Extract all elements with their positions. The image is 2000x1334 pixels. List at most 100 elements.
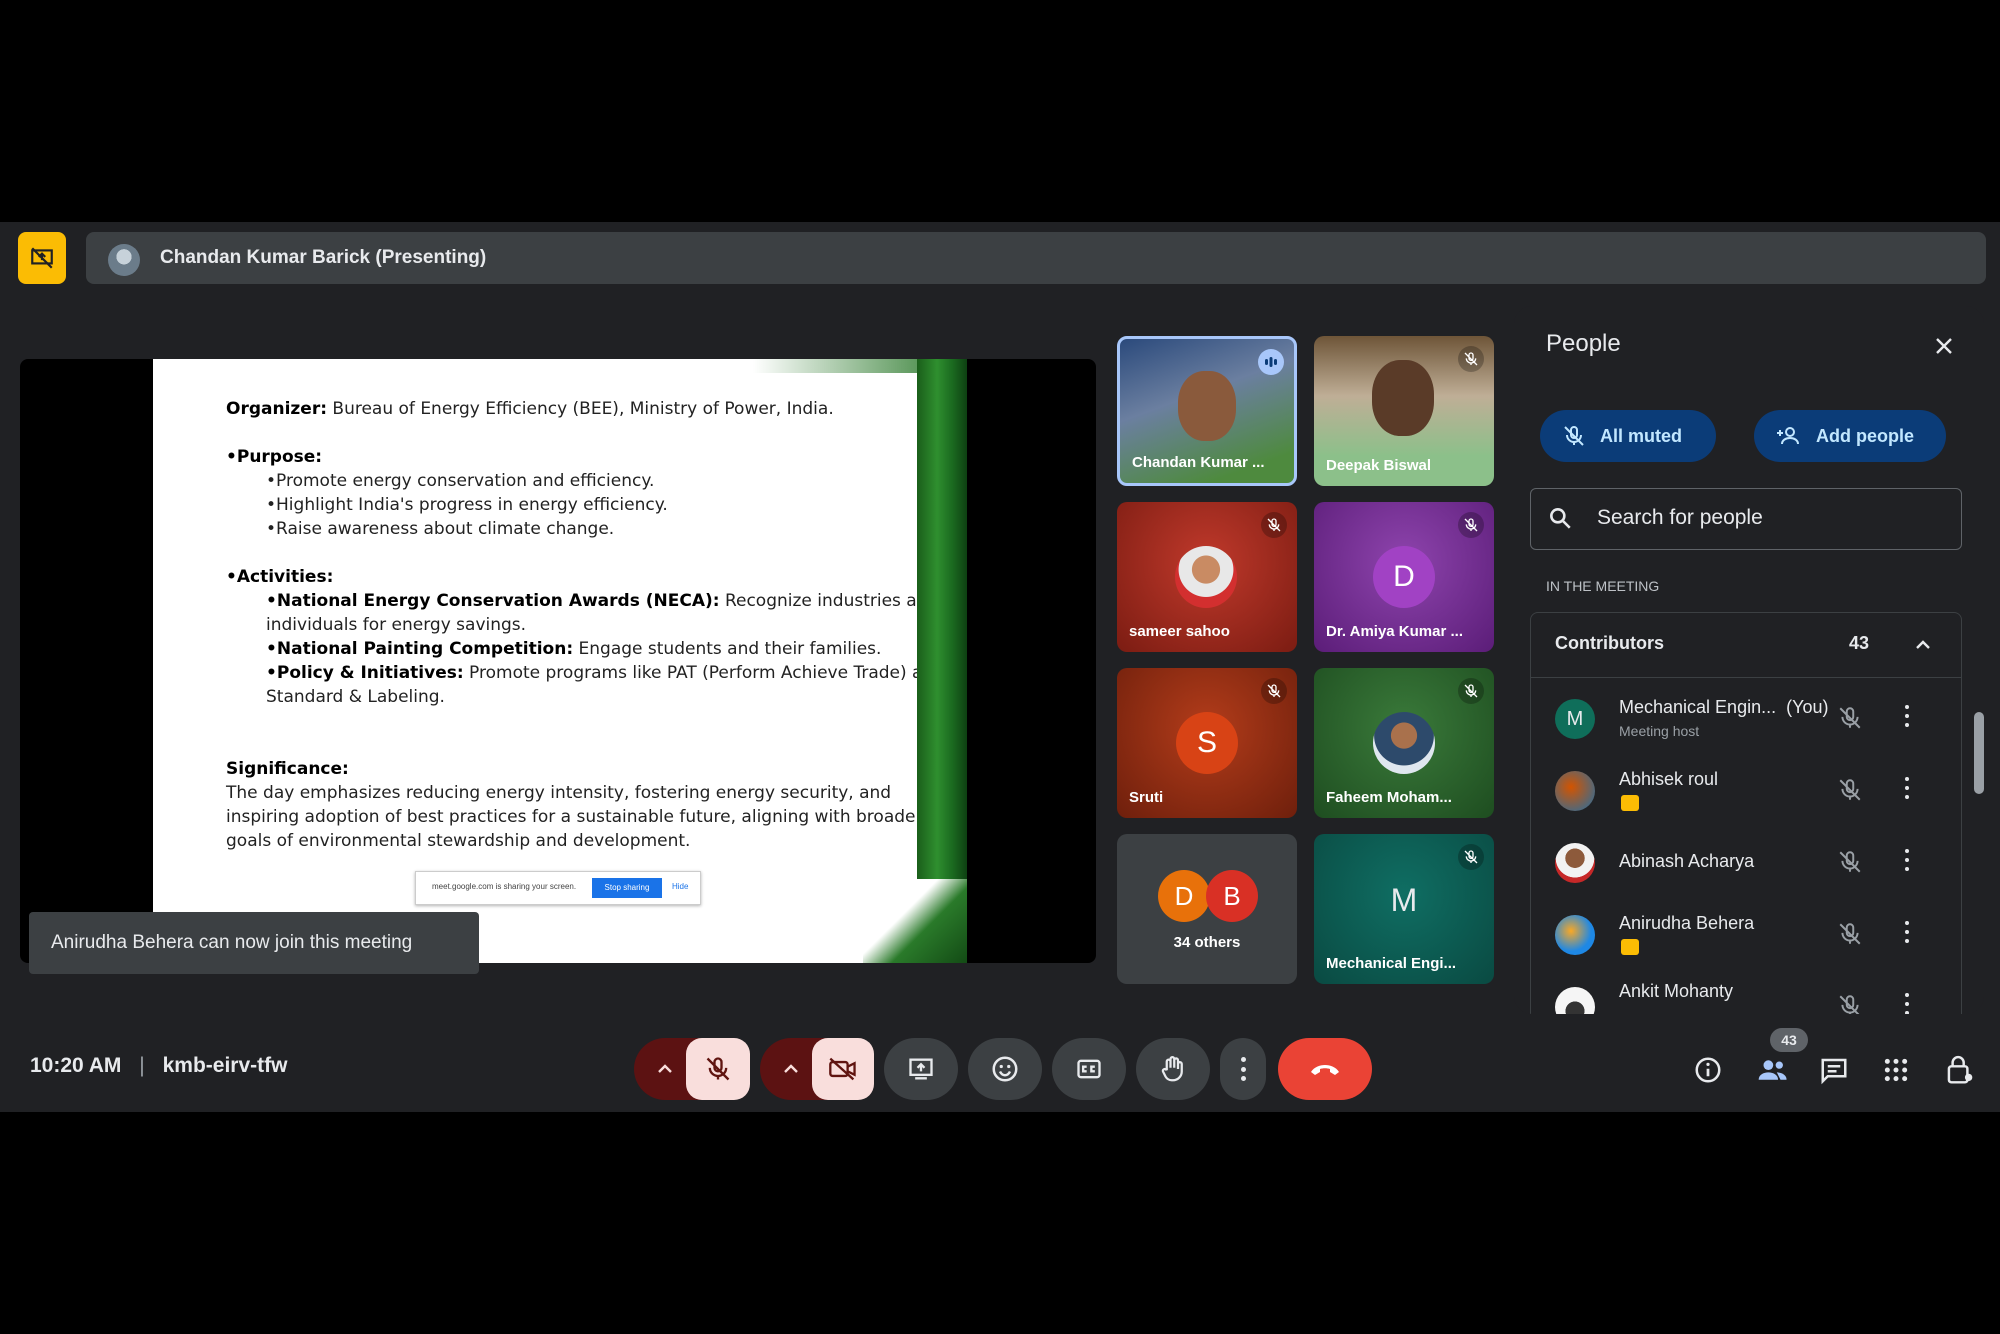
participant-name: Faheem Moham...	[1326, 789, 1452, 806]
stop-presenting-button[interactable]	[18, 232, 66, 284]
participant-avatar: D	[1373, 546, 1435, 608]
present-screen-icon	[909, 1058, 933, 1080]
add-people-label: Add people	[1816, 425, 1914, 446]
people-panel: People All muted Add people Search for p…	[1514, 306, 1984, 1014]
participant-name: Dr. Amiya Kumar ...	[1326, 623, 1463, 640]
people-count-badge: 43	[1770, 1028, 1808, 1052]
mic-off-icon	[1839, 995, 1860, 1014]
participant-name: sameer sahoo	[1129, 623, 1230, 640]
participant-name: Anirudha Behera	[1619, 913, 1755, 933]
slide-activity-policy: •Policy & Initiatives: Promote programs …	[266, 663, 917, 683]
slide-purpose-item: •Promote energy conservation and efficie…	[266, 471, 655, 491]
reactions-button[interactable]	[968, 1038, 1042, 1100]
mic-off-icon	[1458, 678, 1484, 704]
contributors-count: 43	[1849, 633, 1870, 653]
participant-avatar: B	[1206, 870, 1258, 922]
host-controls-button[interactable]	[1940, 1050, 1980, 1090]
mic-off-icon	[1458, 512, 1484, 538]
slide-significance-line: inspiring adoption of best practices for…	[226, 807, 917, 827]
participant-row[interactable]: Anirudha Behera	[1531, 899, 1961, 969]
add-person-icon	[1777, 427, 1799, 445]
panel-title: People	[1546, 330, 1621, 357]
slide-leaf-border	[917, 359, 967, 963]
present-screen-button[interactable]	[884, 1038, 958, 1100]
others-tile[interactable]: D B 34 others	[1117, 834, 1297, 984]
others-count-label: 34 others	[1173, 934, 1241, 951]
more-options-icon[interactable]	[1905, 849, 1909, 871]
all-muted-button[interactable]: All muted	[1540, 410, 1716, 462]
meeting-code: kmb-eirv-tfw	[162, 1054, 288, 1077]
slide-purpose-heading: •Purpose:	[226, 447, 323, 467]
more-options-icon[interactable]	[1905, 921, 1909, 943]
all-muted-label: All muted	[1600, 425, 1683, 446]
slide-purpose-item: •Highlight India's progress in energy ef…	[266, 495, 668, 515]
captions-button[interactable]	[1052, 1038, 1126, 1100]
share-notice-text: meet.google.com is sharing your screen.	[432, 882, 577, 891]
mic-off-icon	[1458, 844, 1484, 870]
camera-toggle-button[interactable]	[812, 1038, 874, 1100]
participant-tile[interactable]: Deepak Biswal	[1314, 336, 1494, 486]
presenting-icon	[1621, 939, 1639, 955]
participant-video	[1372, 360, 1434, 436]
participant-row[interactable]: M Mechanical Engin... (You) Meeting host	[1531, 683, 1961, 753]
more-options-icon[interactable]	[1905, 705, 1909, 727]
more-options-icon[interactable]	[1905, 993, 1909, 1014]
contributors-group: Contributors 43 M Mechanical Engin... (Y…	[1530, 612, 1962, 1014]
participant-tile[interactable]: S Sruti	[1117, 668, 1297, 818]
participant-row[interactable]: Abhisek roul	[1531, 755, 1961, 825]
slide-activity-neca-cont: individuals for energy savings.	[266, 615, 527, 635]
slide-activities-heading: •Activities:	[226, 567, 334, 587]
mic-off-icon	[1839, 707, 1861, 729]
search-placeholder: Search for people	[1597, 506, 1763, 529]
slide-significance-line: goals of environmental stewardship and d…	[226, 831, 691, 851]
more-options-button[interactable]	[1220, 1038, 1266, 1100]
stop-sharing-button[interactable]: Stop sharing	[592, 878, 662, 898]
presenter-label: Chandan Kumar Barick (Presenting)	[160, 247, 487, 268]
participant-tile[interactable]: M Mechanical Engi...	[1314, 834, 1494, 984]
raise-hand-icon	[1161, 1056, 1183, 1082]
toast-text: Anirudha Behera can now join this meetin…	[51, 932, 413, 953]
participant-name: Abinash Acharya	[1619, 851, 1755, 871]
more-options-icon[interactable]	[1905, 777, 1909, 799]
chat-button[interactable]	[1814, 1050, 1854, 1090]
mic-off-icon	[1839, 779, 1861, 801]
mic-off-icon	[1261, 512, 1287, 538]
participant-avatar: M	[1555, 699, 1595, 739]
search-input[interactable]: Search for people	[1530, 488, 1962, 550]
add-people-button[interactable]: Add people	[1754, 410, 1946, 462]
meeting-info: 10:20 AM | kmb-eirv-tfw	[30, 1054, 287, 1078]
contributors-header[interactable]: Contributors 43	[1531, 613, 1961, 678]
mic-toggle-button[interactable]	[686, 1038, 750, 1100]
captions-icon	[1077, 1059, 1101, 1079]
chevron-up-icon[interactable]	[1913, 635, 1933, 655]
leave-call-button[interactable]	[1278, 1038, 1372, 1100]
raise-hand-button[interactable]	[1136, 1038, 1210, 1100]
participant-tile[interactable]: sameer sahoo	[1117, 502, 1297, 652]
close-icon[interactable]	[1932, 334, 1956, 358]
slide-organizer: Organizer: Bureau of Energy Efficiency (…	[226, 399, 834, 419]
end-call-icon	[1311, 1065, 1339, 1075]
slide-activity-neca: •National Energy Conservation Awards (NE…	[266, 591, 917, 611]
participant-row[interactable]: Abinash Acharya	[1531, 827, 1961, 897]
participant-row[interactable]: Ankit Mohanty	[1531, 971, 1961, 1014]
separator: |	[139, 1054, 145, 1077]
search-icon	[1550, 508, 1571, 529]
meet-window: Chandan Kumar Barick (Presenting) Organi…	[0, 222, 2000, 1112]
people-button[interactable]	[1752, 1050, 1792, 1090]
section-label: IN THE MEETING	[1546, 578, 1660, 594]
participant-tile[interactable]: Faheem Moham...	[1314, 668, 1494, 818]
hide-link[interactable]: Hide	[672, 882, 688, 891]
panel-scrollbar[interactable]	[1974, 712, 1984, 794]
meeting-details-button[interactable]	[1688, 1050, 1728, 1090]
participant-name: Deepak Biswal	[1326, 457, 1432, 474]
participant-avatar	[1555, 771, 1595, 811]
participant-tile[interactable]: D Dr. Amiya Kumar ...	[1314, 502, 1494, 652]
participant-avatar	[1373, 712, 1435, 774]
lock-person-icon	[1947, 1055, 1973, 1084]
slide-activity-policy-cont: Standard & Labeling.	[266, 687, 445, 707]
presenting-icon	[1621, 795, 1639, 811]
participant-tile[interactable]: Chandan Kumar ...	[1117, 336, 1297, 486]
activities-button[interactable]	[1876, 1050, 1916, 1090]
participant-avatar: M	[1390, 882, 1418, 918]
participant-name: Mechanical Engi...	[1326, 955, 1457, 972]
